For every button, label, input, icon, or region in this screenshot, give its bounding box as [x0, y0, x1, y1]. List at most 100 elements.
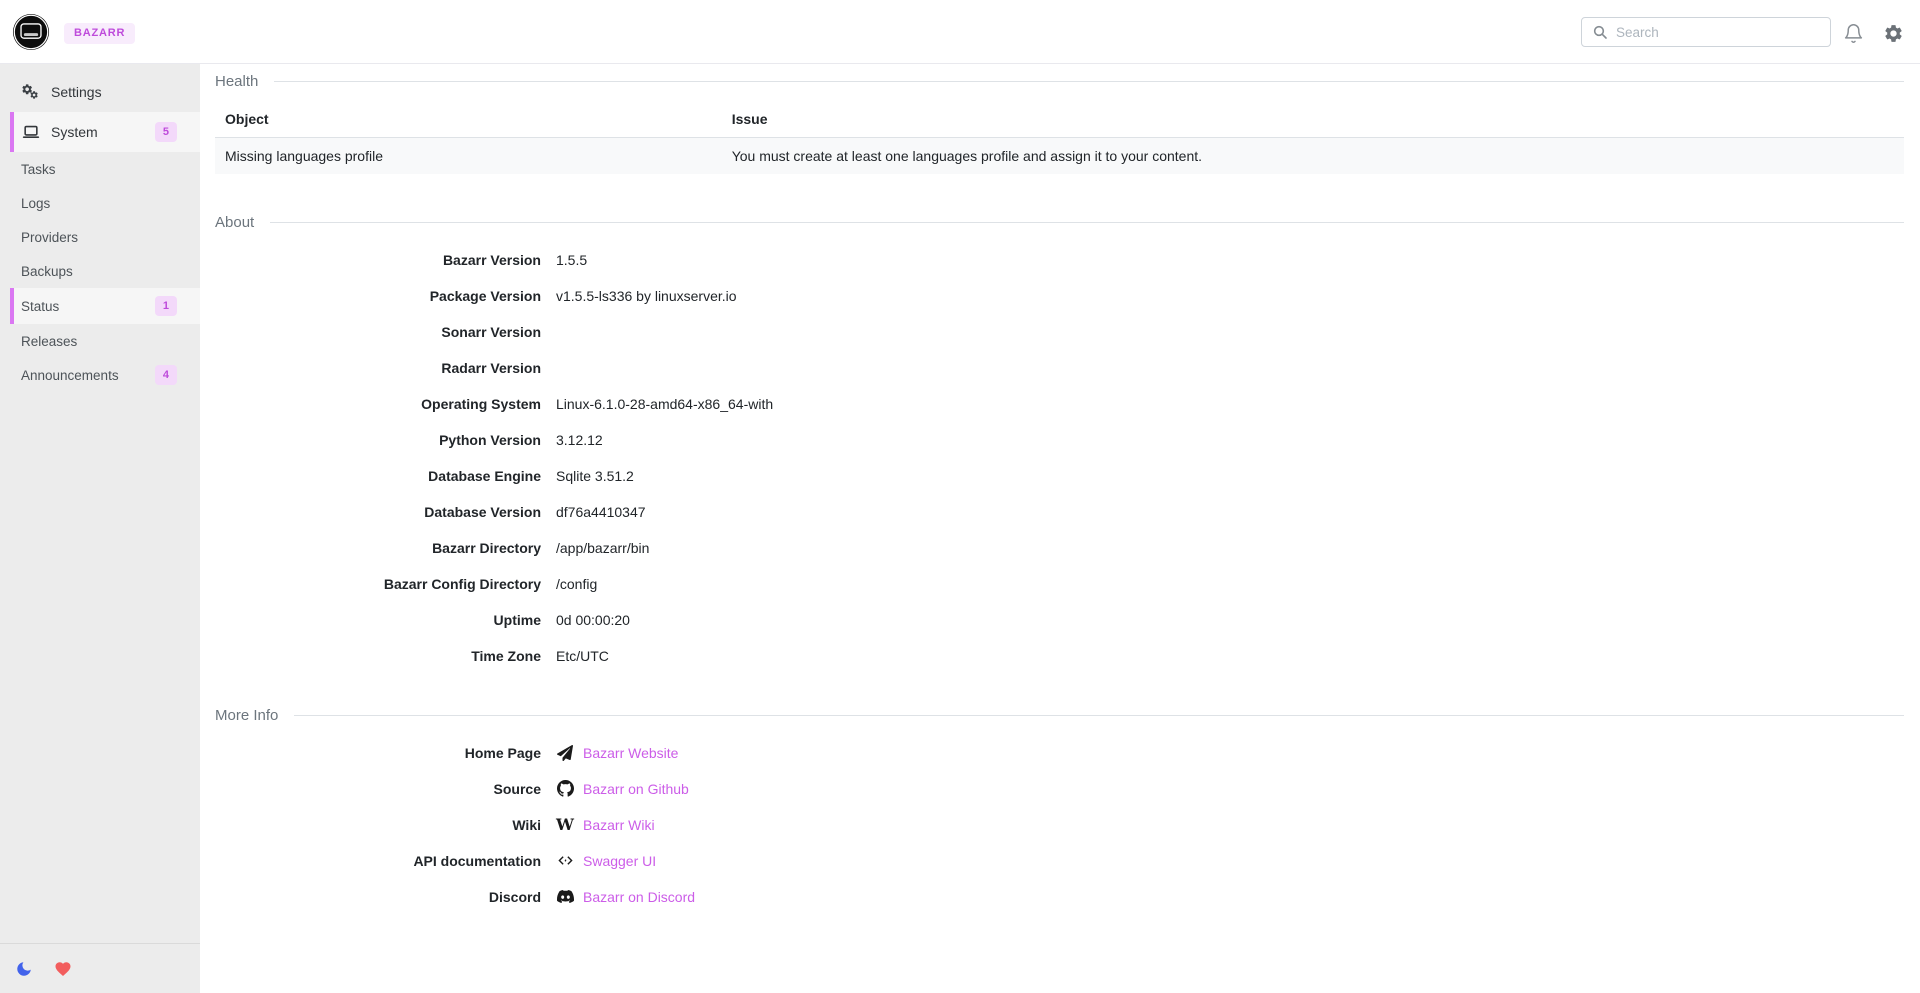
list-item: Home Page Bazarr Website: [215, 741, 1904, 764]
sidebar-item-label: Providers: [21, 230, 78, 245]
list-item: Uptime 0d 00:00:20: [215, 608, 1904, 631]
health-col-object: Object: [215, 101, 722, 138]
section-title-rule: [274, 81, 1904, 82]
list-item: API documentation Swagger UI: [215, 849, 1904, 872]
kv-value: /app/bazarr/bin: [556, 539, 649, 556]
about-list: Bazarr Version1.5.5 Package Versionv1.5.…: [215, 248, 1904, 667]
more-info-section-title: More Info: [215, 703, 1904, 727]
brand-badge[interactable]: BAZARR: [64, 23, 135, 44]
about-section: About Bazarr Version1.5.5 Package Versio…: [215, 210, 1904, 667]
link-label: Bazarr on Github: [583, 781, 689, 797]
section-title-rule: [294, 715, 1904, 716]
kv-value: 3.12.12: [556, 431, 603, 448]
github-link[interactable]: Bazarr on Github: [556, 780, 689, 798]
list-item: Discord Bazarr on Discord: [215, 885, 1904, 908]
list-item: Bazarr Config Directory/config: [215, 572, 1904, 595]
api-docs-link[interactable]: Swagger UI: [556, 852, 656, 870]
kv-label: Operating System: [215, 396, 541, 412]
section-title-text: About: [215, 214, 254, 231]
sidebar-item-label: Tasks: [21, 162, 56, 177]
kv-label: Discord: [215, 889, 541, 905]
health-section: Health Object Issue Missing languages pr…: [215, 69, 1904, 174]
list-item: Source Bazarr on Github: [215, 777, 1904, 800]
section-title-text: Health: [215, 73, 258, 90]
sidebar-item-announcements[interactable]: Announcements 4: [10, 358, 200, 392]
settings-gear-icon[interactable]: [1883, 23, 1904, 44]
section-title-rule: [270, 222, 1904, 223]
kv-label: Sonarr Version: [215, 324, 541, 340]
kv-label: Bazarr Config Directory: [215, 576, 541, 592]
kv-label: Radarr Version: [215, 360, 541, 376]
section-title-text: More Info: [215, 707, 278, 724]
health-section-title: Health: [215, 69, 1904, 93]
list-item: Bazarr Directory/app/bazarr/bin: [215, 536, 1904, 559]
kv-label: Package Version: [215, 288, 541, 304]
more-info-section: More Info Home Page Bazarr Website Sourc…: [215, 703, 1904, 908]
sidebar-item-status[interactable]: Status 1: [10, 288, 200, 324]
sidebar-footer: [0, 943, 200, 993]
paper-plane-icon: [556, 744, 574, 762]
main-content: Health Object Issue Missing languages pr…: [200, 64, 1920, 993]
system-count-badge: 5: [155, 122, 177, 142]
sidebar-item-label: System: [51, 124, 98, 140]
search-input[interactable]: [1616, 25, 1820, 40]
sidebar-item-label: Releases: [21, 334, 77, 349]
health-col-issue: Issue: [722, 101, 1904, 138]
sidebar-item-label: Status: [21, 299, 59, 314]
list-item: Python Version3.12.12: [215, 428, 1904, 451]
sidebar-item-settings[interactable]: Settings: [10, 72, 200, 112]
sidebar-item-tasks[interactable]: Tasks: [10, 152, 200, 186]
search-box: [1581, 17, 1831, 47]
list-item: Operating System Linux-6.1.0-28-amd64-x86…: [215, 392, 1904, 415]
discord-icon: [556, 888, 574, 906]
sidebar-item-system[interactable]: System 5: [10, 112, 200, 152]
kv-value: 0d 00:00:20: [556, 611, 630, 628]
sidebar-item-backups[interactable]: Backups: [10, 254, 200, 288]
sidebar-item-logs[interactable]: Logs: [10, 186, 200, 220]
wiki-link[interactable]: W Bazarr Wiki: [556, 816, 655, 834]
link-label: Bazarr Website: [583, 745, 678, 761]
kv-label: Wiki: [215, 817, 541, 833]
kv-label: Time Zone: [215, 648, 541, 664]
health-table: Object Issue Missing languages profile Y…: [215, 101, 1904, 174]
kv-label: Source: [215, 781, 541, 797]
notifications-bell-icon[interactable]: [1843, 23, 1864, 44]
moon-icon[interactable]: [15, 960, 33, 978]
link-label: Bazarr Wiki: [583, 817, 655, 833]
bazarr-logo[interactable]: [12, 13, 50, 51]
list-item: Sonarr Version: [215, 320, 1904, 343]
health-row-object: Missing languages profile: [215, 138, 722, 175]
kv-value: df76a4410347: [556, 503, 646, 520]
link-label: Bazarr on Discord: [583, 889, 695, 905]
kv-label: Bazarr Directory: [215, 540, 541, 556]
sidebar-item-releases[interactable]: Releases: [10, 324, 200, 358]
github-icon: [556, 780, 574, 798]
sidebar-item-label: Announcements: [21, 368, 119, 383]
more-info-list: Home Page Bazarr Website Source: [215, 741, 1904, 908]
kv-label: Database Version: [215, 504, 541, 520]
list-item: Wiki W Bazarr Wiki: [215, 813, 1904, 836]
sidebar-item-label: Logs: [21, 196, 50, 211]
sidebar-item-label: Backups: [21, 264, 73, 279]
announcements-count-badge: 4: [155, 365, 177, 385]
list-item: Radarr Version: [215, 356, 1904, 379]
health-row-issue: You must create at least one languages p…: [722, 138, 1904, 175]
kv-label: Uptime: [215, 612, 541, 628]
discord-link[interactable]: Bazarr on Discord: [556, 888, 695, 906]
sidebar-item-label: Settings: [51, 84, 102, 100]
list-item: Bazarr Version1.5.5: [215, 248, 1904, 271]
wikipedia-icon: W: [556, 816, 574, 834]
kv-label: Bazarr Version: [215, 252, 541, 268]
code-icon: [556, 852, 574, 870]
app-header: BAZARR: [0, 0, 1920, 64]
kv-label: Home Page: [215, 745, 541, 761]
sidebar-item-providers[interactable]: Providers: [10, 220, 200, 254]
gears-icon: [21, 83, 42, 102]
heart-icon[interactable]: [54, 960, 72, 978]
laptop-icon: [21, 122, 42, 142]
kv-label: Database Engine: [215, 468, 541, 484]
list-item: Database Version df76a4410347: [215, 500, 1904, 523]
kv-value: Linux-6.1.0-28-amd64-x86_64-with: [556, 395, 773, 412]
home-page-link[interactable]: Bazarr Website: [556, 744, 678, 762]
list-item: Database EngineSqlite 3.51.2: [215, 464, 1904, 487]
